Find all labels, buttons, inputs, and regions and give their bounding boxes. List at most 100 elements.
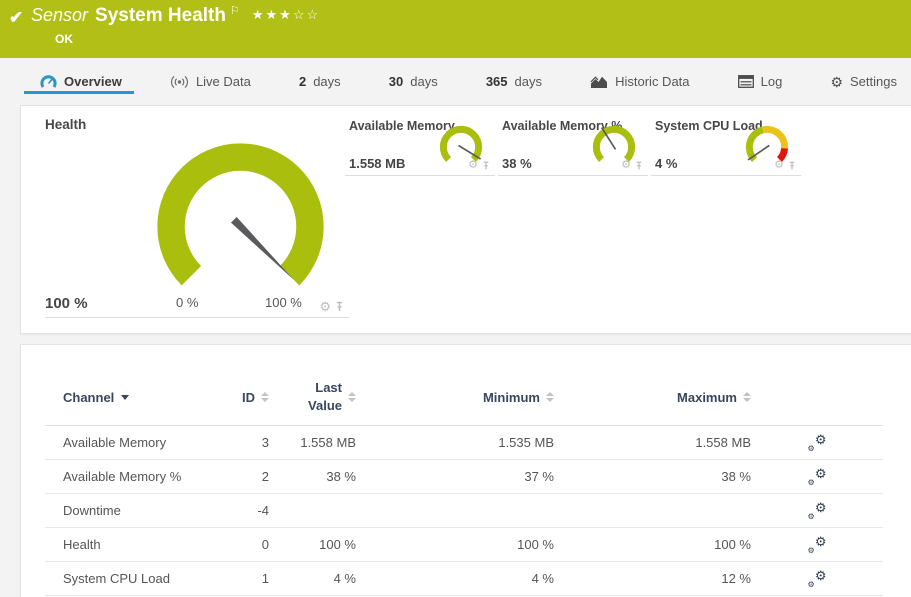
gauge-tile-system-cpu-load: System CPU Load 4 % ⚙	[651, 113, 801, 176]
gauge-tile-available-memory: Available Memory 1.558 MB ⚙	[345, 113, 495, 176]
tab-label: days	[410, 74, 437, 89]
gear-icon: ⚙	[830, 75, 843, 89]
pin-icon[interactable]	[482, 161, 490, 171]
channel-settings-icon[interactable]: ⚙⚙	[808, 537, 827, 553]
gauge-value: 38 %	[502, 156, 532, 171]
gauge-tile-actions: ⚙	[774, 160, 796, 171]
tab-label: days	[515, 74, 542, 89]
maximum-cell: 38 %	[554, 469, 751, 484]
status-ok-check-icon: ✔	[9, 8, 23, 28]
table-row: Health 0 100 % 100 % 100 % ⚙⚙	[45, 528, 883, 562]
gauge-title: Health	[45, 113, 349, 132]
channel-id-cell: 2	[233, 469, 269, 484]
last-value-cell: 100 %	[269, 537, 356, 552]
tab-historic-data[interactable]: Historic Data	[590, 58, 689, 105]
col-header-maximum[interactable]: Maximum	[554, 390, 751, 405]
channel-name-cell: Available Memory %	[63, 469, 233, 484]
channel-name-cell: Health	[63, 537, 233, 552]
col-header-label: Channel	[63, 390, 114, 405]
sensor-kind-label: Sensor	[31, 5, 88, 26]
status-badge: OK	[55, 32, 73, 46]
tab-label: Historic Data	[615, 74, 689, 89]
sort-arrows-icon	[348, 392, 356, 402]
gauge-tile-actions: ⚙	[468, 160, 490, 171]
gauge-settings-gear-icon[interactable]: ⚙	[774, 160, 784, 171]
channel-id-cell: -4	[233, 503, 269, 518]
sort-arrows-icon	[743, 392, 751, 402]
tab-log[interactable]: Log	[738, 58, 783, 105]
tab-30-days[interactable]: 30 days	[389, 58, 438, 105]
tab-settings[interactable]: ⚙ Settings	[830, 58, 897, 105]
health-gauge	[146, 132, 335, 321]
channel-id-cell: 1	[233, 571, 269, 586]
gauge-settings-gear-icon[interactable]: ⚙	[621, 160, 631, 171]
gauge-value: 100 %	[45, 295, 88, 312]
gauge-needle	[231, 217, 297, 283]
tab-overview[interactable]: Overview	[40, 58, 122, 105]
minimum-cell: 4 %	[356, 571, 554, 586]
table-row: Downtime -4 ⚙⚙	[45, 494, 883, 528]
tab-365-days[interactable]: 365 days	[486, 58, 542, 105]
channel-settings-icon[interactable]: ⚙⚙	[808, 469, 827, 485]
col-header-last-value[interactable]: Last Value	[269, 379, 356, 415]
sensor-header: ✔ Sensor System Health ⚐ ★★★☆☆ OK	[0, 0, 911, 58]
gauge-tile-actions: ⚙	[319, 300, 344, 313]
sensor-title-row: Sensor System Health ⚐ ★★★☆☆	[31, 5, 320, 27]
tab-live-data[interactable]: Live Data	[170, 58, 251, 105]
col-header-minimum[interactable]: Minimum	[356, 390, 554, 405]
last-value-cell: 4 %	[269, 571, 356, 586]
minimum-cell: 100 %	[356, 537, 554, 552]
col-header-label: Maximum	[677, 390, 737, 405]
channel-name-cell: System CPU Load	[63, 571, 233, 586]
gauge-tile-health: Health 0 % 100 % 100 % ⚙	[45, 113, 349, 318]
flag-icon[interactable]: ⚐	[230, 4, 240, 17]
channel-id-cell: 0	[233, 537, 269, 552]
gauge-icon	[40, 75, 57, 89]
col-header-label: Minimum	[483, 390, 540, 405]
priority-stars[interactable]: ★★★☆☆	[252, 7, 320, 23]
gauge-scale-min: 0 %	[176, 295, 198, 310]
page-title: System Health	[95, 5, 226, 27]
maximum-cell: 12 %	[554, 571, 751, 586]
last-value-cell: 1.558 MB	[269, 435, 356, 450]
channel-settings-icon[interactable]: ⚙⚙	[808, 571, 827, 587]
area-chart-icon	[590, 75, 608, 89]
tab-label: Live Data	[196, 74, 251, 89]
table-header-row: Channel ID Last Value Minimum Maximum	[45, 345, 883, 426]
sort-arrows-icon	[261, 392, 269, 402]
channel-name-cell: Available Memory	[63, 435, 233, 450]
prtg-sensor-page: ✔ Sensor System Health ⚐ ★★★☆☆ OK Overvi…	[0, 0, 911, 597]
tab-label: days	[313, 74, 340, 89]
pin-icon[interactable]	[635, 161, 643, 171]
table-row: Available Memory 3 1.558 MB 1.535 MB 1.5…	[45, 426, 883, 460]
pin-icon[interactable]	[788, 161, 796, 171]
col-header-id[interactable]: ID	[233, 390, 269, 405]
col-header-label: ID	[242, 390, 255, 405]
gauges-panel: Health 0 % 100 % 100 % ⚙ Available Memor…	[20, 105, 911, 334]
gauge-settings-gear-icon[interactable]: ⚙	[468, 160, 478, 171]
tab-bar: Overview Live Data 2 days 30 days 365 da…	[0, 58, 911, 105]
maximum-cell: 100 %	[554, 537, 751, 552]
gauge-settings-gear-icon[interactable]: ⚙	[319, 300, 331, 313]
table-row: Available Memory % 2 38 % 37 % 38 % ⚙⚙	[45, 460, 883, 494]
tab-2-days[interactable]: 2 days	[299, 58, 341, 105]
minimum-cell: 1.535 MB	[356, 435, 554, 450]
channels-table-panel: Channel ID Last Value Minimum Maximum	[20, 344, 911, 597]
broadcast-icon	[170, 75, 189, 89]
sort-arrows-icon	[546, 392, 554, 402]
channel-settings-icon[interactable]: ⚙⚙	[808, 503, 827, 519]
col-header-channel[interactable]: Channel	[63, 390, 233, 405]
gauge-scale-max: 100 %	[265, 295, 302, 310]
col-header-label: Last Value	[300, 379, 342, 415]
channel-settings-icon[interactable]: ⚙⚙	[808, 435, 827, 451]
tab-label: Overview	[64, 74, 122, 89]
table-row: System CPU Load 1 4 % 4 % 12 % ⚙⚙	[45, 562, 883, 596]
tab-label: Settings	[850, 74, 897, 89]
gauge-tile-available-memory-pct: Available Memory % 38 % ⚙	[498, 113, 648, 176]
tab-label: Log	[761, 74, 783, 89]
channel-id-cell: 3	[233, 435, 269, 450]
pin-icon[interactable]	[335, 301, 344, 313]
gauge-value: 4 %	[655, 156, 677, 171]
gauge-tile-actions: ⚙	[621, 160, 643, 171]
sort-caret-down-icon	[121, 395, 129, 400]
